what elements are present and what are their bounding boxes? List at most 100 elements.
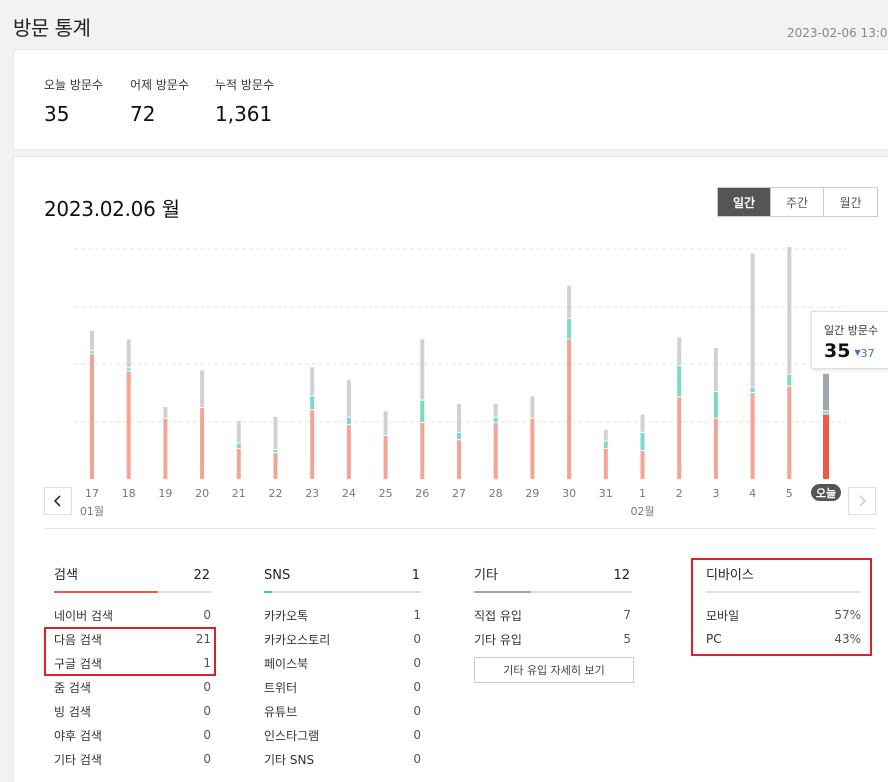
bar-search[interactable] [603, 448, 608, 479]
search-row: 빙 검색 0 [54, 699, 211, 723]
bar-sns[interactable] [640, 432, 645, 451]
bar-other[interactable] [383, 411, 388, 435]
bar-other[interactable] [530, 396, 535, 418]
other-bar [474, 591, 631, 593]
bar-other[interactable] [787, 246, 792, 374]
bar-sns[interactable] [567, 318, 572, 339]
x-tick-label: 28 [489, 487, 503, 500]
bar-sns[interactable] [90, 351, 94, 354]
bar-other[interactable] [713, 348, 718, 391]
search-row-label: 네이버 검색 [54, 608, 114, 623]
sns-row-label: 페이스북 [264, 656, 309, 671]
bar-other[interactable] [420, 339, 425, 400]
bar-sns[interactable] [273, 450, 278, 453]
x-tick-label: 18 [122, 487, 136, 500]
summary-card: 오늘 방문수 35 어제 방문수 72 누적 방문수 1,361 [13, 49, 888, 150]
bar-search[interactable] [567, 339, 572, 479]
bar-search[interactable] [530, 418, 535, 479]
search-row-label: 기타 검색 [54, 752, 102, 767]
bar-other[interactable] [236, 421, 241, 443]
month-label: 01월 [80, 505, 104, 518]
bar-other[interactable] [457, 403, 461, 432]
search-row: 야후 검색 0 [54, 723, 211, 747]
next-button[interactable] [848, 487, 876, 515]
bar-other[interactable] [603, 429, 608, 441]
bar-search[interactable] [640, 451, 645, 479]
sns-row-value: 0 [413, 752, 421, 766]
bar-other[interactable] [310, 367, 315, 396]
search-row-value: 0 [203, 728, 211, 742]
bar-search[interactable] [310, 410, 315, 479]
bar-sns[interactable] [236, 443, 241, 448]
bar-search[interactable] [163, 418, 168, 479]
other-detail-button[interactable]: 기타 유입 자세히 보기 [474, 657, 634, 683]
bar-search[interactable] [200, 408, 205, 479]
other-row-label: 기타 유입 [474, 632, 522, 647]
search-row: 줌 검색 0 [54, 675, 211, 699]
sns-row: 유튜브 0 [264, 699, 421, 723]
bar-sns[interactable] [787, 374, 792, 386]
bar-search[interactable] [90, 354, 94, 479]
bar-sns[interactable] [346, 417, 351, 425]
bar-other[interactable] [163, 407, 168, 418]
bar-other[interactable] [200, 370, 205, 408]
bar-sns[interactable] [126, 368, 131, 371]
bar-sns[interactable] [420, 400, 425, 423]
bar-other[interactable] [126, 339, 131, 368]
visits-chart: 17 18 19 20 21 22 23 24 25 26 27 28 29 30 31 1 2 3 4 5 오늘01월… [74, 246, 846, 518]
bar-search[interactable] [273, 453, 278, 479]
bar-sns[interactable] [310, 396, 315, 410]
search-bar-fill [54, 591, 158, 593]
bar-other[interactable] [346, 380, 351, 417]
search-row-label: 줌 검색 [54, 680, 91, 695]
bar-sns[interactable] [823, 411, 829, 414]
timestamp: 2023-02-06 13:02 기 [787, 26, 888, 40]
bar-search[interactable] [420, 423, 425, 479]
today-visits: 오늘 방문수 35 [44, 76, 103, 126]
bar-search[interactable] [787, 386, 792, 479]
bar-other[interactable] [90, 330, 94, 351]
sns-row-value: 0 [413, 728, 421, 742]
search-title: 검색 [54, 568, 78, 583]
bar-search[interactable] [677, 397, 682, 479]
bar-sns[interactable] [457, 432, 461, 440]
search-row-value: 0 [203, 752, 211, 766]
yesterday-visits-value: 72 [130, 102, 156, 126]
bar-other[interactable] [750, 253, 755, 387]
sns-count: 1 [411, 568, 420, 583]
bar-other[interactable] [567, 285, 572, 318]
x-tick-label: 31 [599, 487, 613, 500]
prev-button[interactable] [44, 487, 72, 515]
month-label: 02월 [630, 505, 654, 518]
sns-row-label: 트위터 [264, 680, 298, 695]
other-row-label: 직접 유입 [474, 608, 522, 623]
bar-search[interactable] [236, 448, 241, 479]
bar-other[interactable] [677, 337, 682, 366]
search-bar [54, 591, 211, 593]
bar-search[interactable] [457, 440, 461, 479]
stats-card: 2023.02.06 월 일간 주간 월간 17 18 19 20 21 22 23 24 25… [13, 156, 888, 782]
bar-search[interactable] [823, 414, 829, 480]
bar-search[interactable] [346, 425, 351, 479]
bar-other[interactable] [640, 414, 645, 432]
sns-row: 카카오톡 1 [264, 603, 421, 627]
bar-search[interactable] [750, 393, 755, 479]
bar-other[interactable] [493, 403, 498, 417]
bar-other[interactable] [823, 373, 829, 411]
bar-sns[interactable] [677, 366, 682, 397]
bar-sns[interactable] [603, 441, 608, 448]
search-row: 기타 검색 0 [54, 747, 211, 771]
bar-search[interactable] [713, 418, 718, 479]
bar-search[interactable] [126, 371, 131, 480]
x-tick-label: 3 [712, 487, 719, 500]
bar-sns[interactable] [493, 417, 498, 423]
bar-other[interactable] [273, 416, 278, 450]
sns-row-value: 0 [413, 656, 421, 670]
bar-sns[interactable] [750, 387, 755, 392]
bar-search[interactable] [493, 423, 498, 479]
sns-row-label: 카카오스토리 [264, 632, 331, 647]
bar-sns[interactable] [713, 392, 718, 418]
search-highlight-box [44, 627, 216, 676]
bar-search[interactable] [383, 436, 388, 479]
other-title: 기타 [474, 568, 498, 583]
